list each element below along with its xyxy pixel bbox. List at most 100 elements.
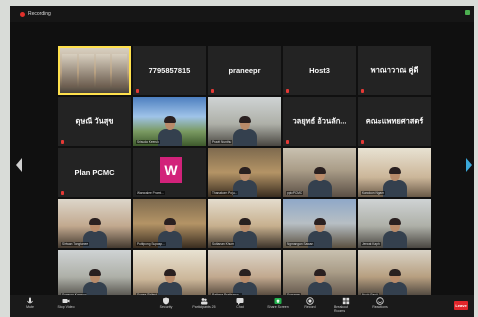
participant-name: 7795857815 [148, 65, 191, 75]
person-hair [388, 269, 401, 276]
mute-button[interactable]: Mute [18, 297, 42, 309]
avatar-logo: W [160, 157, 182, 183]
mic-muted-icon [361, 89, 364, 93]
breakout-rooms-button[interactable]: Breakout Rooms [334, 297, 358, 313]
participant-caption: Thanakorn Poju... [211, 191, 239, 195]
participant-caption: Pravit Nunthu [211, 140, 233, 144]
participant-caption: Jerwat Kaph [361, 242, 381, 246]
participant-tile[interactable]: Jerwat Kaph [358, 199, 431, 248]
person-hair [163, 269, 176, 276]
person-hair [88, 218, 101, 225]
participant-tile[interactable]: วลยุทธ์ อ้วนลัก... [283, 97, 356, 146]
mic-muted-icon [211, 89, 214, 93]
mic-muted-icon [286, 89, 289, 93]
mic-muted-icon [61, 191, 64, 195]
participant-tile[interactable]: Sunee Sirilerd [133, 250, 206, 299]
participant-tile[interactable]: Nuch Panit [358, 250, 431, 299]
video-person [78, 54, 94, 87]
mic-icon [26, 297, 34, 305]
participant-name: ดุษณี วันสุข [75, 115, 114, 125]
participant-tile[interactable]: Sompop Kongpai [58, 250, 131, 299]
participant-tile[interactable]: ดุษณี วันสุข [58, 97, 131, 146]
stop-video-button[interactable]: Stop Video [54, 297, 78, 309]
prev-page-arrow[interactable] [16, 158, 22, 172]
participant-name: Plan PCMC [74, 167, 115, 177]
person-hair [163, 116, 176, 123]
person-hair [313, 167, 326, 174]
participant-tile[interactable]: Siriwan Tongtanee [58, 199, 131, 248]
record-dot-icon [20, 11, 25, 17]
video-person [231, 116, 259, 146]
person-hair [238, 167, 251, 174]
person-body [382, 231, 407, 248]
video-person [381, 218, 409, 248]
stop-video-label: Stop Video [57, 305, 75, 309]
chat-button[interactable]: Chat [228, 297, 252, 309]
people-icon [200, 297, 208, 305]
share-screen-label: Share Screen [267, 305, 289, 309]
participants-button[interactable]: Participants 25 [192, 297, 216, 309]
participant-tile[interactable] [58, 46, 131, 95]
share-icon [274, 297, 282, 305]
video-person [306, 167, 334, 197]
mic-muted-icon [136, 89, 139, 93]
participant-name: พาณาวาณ คู่ดี [370, 64, 419, 74]
video-person [112, 54, 127, 87]
participant-name: วลยุทธ์ อ้วนลัก... [292, 115, 347, 125]
participant-tile[interactable]: Kanokon Ngam [358, 148, 431, 197]
recording-indicator[interactable]: Recording [20, 11, 51, 17]
participant-caption: Wanwalee Promt... [136, 191, 165, 195]
participant-tile[interactable]: Thanakorn Poju... [208, 148, 281, 197]
participant-caption: Srisuda Keeruk [136, 140, 160, 144]
reactions-button[interactable]: Reactions [368, 297, 392, 309]
participant-caption: Ngmangan Sawan [286, 242, 315, 246]
record-icon [306, 297, 314, 305]
participant-tile[interactable]: 7795857815 [133, 46, 206, 95]
participant-tile[interactable]: W Wanwalee Promt... [133, 148, 206, 197]
recording-label: Recording [28, 11, 51, 17]
participant-tile[interactable]: praneepr [208, 46, 281, 95]
participant-caption: Suttanan Khum [211, 242, 235, 246]
participant-tile[interactable]: คณะแพทยศาสตร์ [358, 97, 431, 146]
person-hair [238, 218, 251, 225]
smile-icon [376, 297, 384, 305]
participant-tile[interactable]: Host3 [283, 46, 356, 95]
participant-name: คณะแพทยศาสตร์ [365, 115, 424, 125]
mic-muted-icon [61, 140, 64, 144]
participant-tile[interactable]: Plan PCMC [58, 148, 131, 197]
participant-tile[interactable]: พาณาวาณ คู่ดี [358, 46, 431, 95]
participant-tile[interactable]: Rattana Prathumw... [208, 250, 281, 299]
participant-tile[interactable]: Suttanan Khum [208, 199, 281, 248]
person-body [232, 129, 257, 146]
person-hair [388, 167, 401, 174]
person-hair [388, 218, 401, 225]
participant-name: praneepr [228, 65, 261, 75]
participant-tile[interactable]: Pravit Nunthu [208, 97, 281, 146]
shield-icon [162, 297, 170, 305]
participant-tile[interactable]: Puttipong Supasp... [133, 199, 206, 248]
security-button[interactable]: Security [154, 297, 178, 309]
view-controls[interactable] [465, 10, 470, 15]
participant-name: Host3 [309, 65, 330, 75]
video-icon [62, 297, 70, 305]
person-hair [238, 269, 251, 276]
shield-status-icon [465, 10, 470, 15]
participant-tile[interactable]: Srisuda Keeruk [133, 97, 206, 146]
meeting-toolbar: Leave Mute Stop Video Security Participants… [10, 295, 474, 317]
next-page-arrow[interactable] [466, 158, 472, 172]
share-screen-button[interactable]: Share Screen [266, 297, 290, 309]
participant-caption: Kanokon Ngam [361, 191, 385, 195]
participant-tile[interactable]: Supunee [283, 250, 356, 299]
participant-tile[interactable]: ppicPCMC [283, 148, 356, 197]
participant-caption: Puttipong Supasp... [136, 242, 166, 246]
person-body [232, 231, 257, 248]
leave-button[interactable]: Leave [454, 301, 468, 310]
participant-tile[interactable]: Ngmangan Sawan [283, 199, 356, 248]
record-label: Record [304, 305, 316, 309]
record-button[interactable]: Record [298, 297, 322, 309]
person-hair [313, 269, 326, 276]
meeting-window: Recording 7795857815 praneepr Host3 พาณาวาณ… [10, 6, 474, 317]
participant-caption: ppicPCMC [286, 191, 304, 195]
person-body [307, 180, 332, 197]
participants-label: Participants 25 [192, 305, 216, 309]
